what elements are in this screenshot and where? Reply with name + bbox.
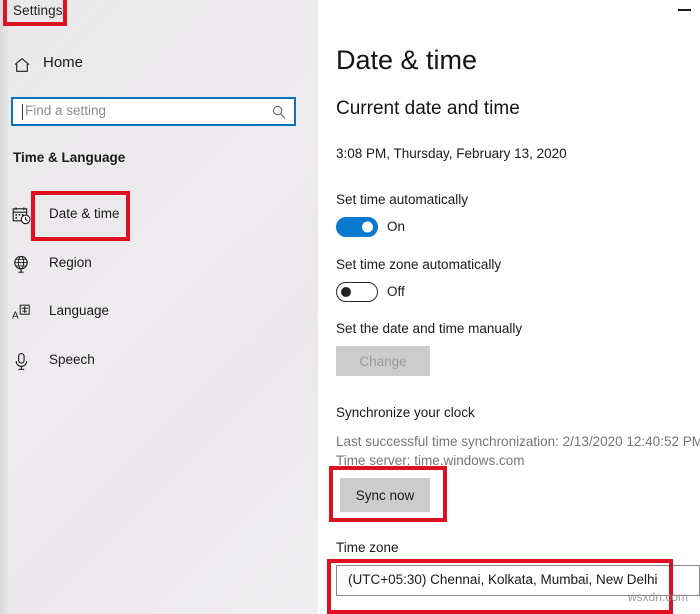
time-server-text: Time server: time.windows.com [336,453,525,468]
microphone-icon [12,352,31,371]
page-title: Date & time [336,45,478,75]
change-button[interactable]: Change [336,346,430,376]
window-title: Settings [13,3,63,18]
current-datetime-text: 3:08 PM, Thursday, February 13, 2020 [336,146,567,161]
set-timezone-automatically-label: Set time zone automatically [336,257,502,272]
minimize-button[interactable] [672,0,700,22]
settings-window: Settings Home Find a setting Time & Lang… [0,0,700,614]
toggle-knob [341,287,351,297]
sync-now-button[interactable]: Sync now [340,478,430,512]
sidebar-item-speech[interactable]: Speech [8,345,298,379]
search-input[interactable]: Find a setting [11,97,296,126]
sidebar-item-date-and-time[interactable]: Date & time [8,199,298,233]
search-placeholder: Find a setting [25,103,107,118]
time-zone-value: (UTC+05:30) Chennai, Kolkata, Mumbai, Ne… [348,572,658,587]
sidebar-item-speech-label: Speech [49,352,95,367]
synchronize-clock-header: Synchronize your clock [336,405,475,420]
set-timezone-automatically-toggle[interactable] [336,282,378,302]
globe-icon [12,255,31,274]
toggle-knob [362,221,373,233]
sidebar-section-header: Time & Language [13,150,126,165]
minimize-icon [678,9,691,11]
search-caret [22,104,23,120]
time-zone-label: Time zone [336,540,399,555]
set-timezone-automatically-state: Off [387,284,405,299]
sidebar-item-region-label: Region [49,255,92,270]
last-sync-text: Last successful time synchronization: 2/… [336,434,700,449]
sidebar: Settings Home Find a setting Time & Lang… [0,0,318,614]
sidebar-item-date-and-time-label: Date & time [49,206,120,221]
home-icon [12,55,32,75]
sidebar-item-language[interactable]: A Language [8,296,298,330]
set-time-automatically-label: Set time automatically [336,192,469,207]
watermark: wsxdn.com [628,590,689,604]
language-character-icon: A [12,303,31,322]
search-icon[interactable] [272,105,286,119]
calendar-clock-icon [12,206,31,225]
main-content: Date & time Current date and time 3:08 P… [318,0,700,614]
sidebar-item-region[interactable]: Region [8,248,298,282]
set-time-automatically-state: On [387,219,406,234]
sidebar-item-home-label: Home [43,54,84,71]
set-time-automatically-toggle[interactable] [336,217,378,237]
sidebar-item-home[interactable]: Home [10,53,160,79]
section-title-current-date-and-time: Current date and time [336,98,520,119]
set-date-time-manually-label: Set the date and time manually [336,321,523,336]
sidebar-left-edge [0,0,8,614]
sidebar-item-language-label: Language [49,303,110,318]
svg-text:A: A [12,311,19,322]
